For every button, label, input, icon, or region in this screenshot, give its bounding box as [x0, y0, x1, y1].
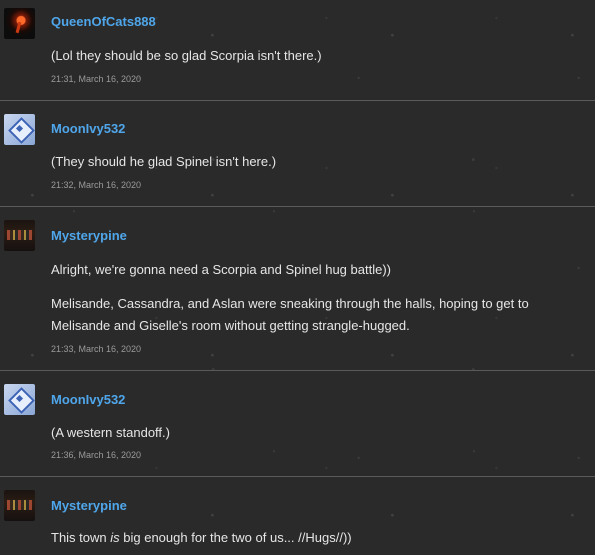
comment-text: (A western standoff.): [51, 425, 170, 440]
comment-username[interactable]: QueenOfCats888: [51, 14, 156, 29]
comment-username[interactable]: MoonIvy532: [51, 121, 125, 136]
comment-text: (Lol they should be so glad Scorpia isn'…: [51, 48, 322, 63]
comment: MoonIvy532 (They should he glad Spinel i…: [0, 101, 595, 206]
pine-avatar-icon[interactable]: [4, 220, 35, 251]
comment-text: This town is big enough for the two of u…: [51, 530, 352, 545]
diamond-avatar-icon[interactable]: [4, 114, 35, 145]
cat-avatar-icon[interactable]: [4, 8, 35, 39]
comment: Mysterypine This town is big enough for …: [0, 477, 595, 555]
comment: Mysterypine Alright, we're gonna need a …: [0, 207, 595, 370]
comment: MoonIvy532 (A western standoff.) 21:36, …: [0, 371, 595, 476]
comment-timestamp: 21:32, March 16, 2020: [51, 180, 142, 190]
comment-username[interactable]: Mysterypine: [51, 228, 127, 243]
comment-text: Alright, we're gonna need a Scorpia and …: [51, 262, 391, 277]
comment: QueenOfCats888 (Lol they should be so gl…: [0, 0, 595, 100]
comment-text: (They should he glad Spinel isn't here.): [51, 154, 277, 169]
comment-username[interactable]: Mysterypine: [51, 498, 127, 513]
comment-timestamp: 21:33, March 16, 2020: [51, 344, 142, 354]
comment-timestamp: 21:31, March 16, 2020: [51, 74, 142, 84]
diamond-avatar-icon[interactable]: [4, 384, 35, 415]
pine-avatar-icon[interactable]: [4, 490, 35, 521]
comment-text: Melisande, Cassandra, and Aslan were sne…: [51, 296, 529, 311]
comment-username[interactable]: MoonIvy532: [51, 392, 125, 407]
comment-timestamp: 21:36, March 16, 2020: [51, 450, 142, 460]
comment-feed: QueenOfCats888 (Lol they should be so gl…: [0, 0, 595, 555]
comment-text: Melisande and Giselle's room without get…: [51, 318, 410, 333]
